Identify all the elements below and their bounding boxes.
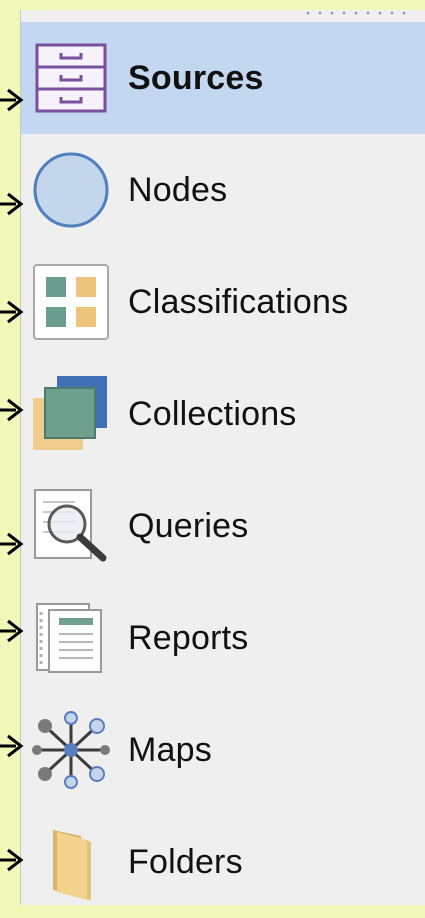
nav-label-reports: Reports (128, 618, 249, 657)
nav-item-reports[interactable]: Reports (21, 582, 425, 694)
nav-item-classifications[interactable]: Classifications (21, 246, 425, 358)
resize-grip[interactable] (302, 10, 412, 16)
arrow-right-icon (0, 848, 24, 872)
nav-label-collections: Collections (128, 394, 297, 433)
navigation-panel: Sources Nodes Classifications Collection… (20, 10, 425, 905)
nav-label-classifications: Classifications (128, 282, 349, 321)
nav-item-folders[interactable]: Folders (21, 806, 425, 918)
nav-item-sources[interactable]: Sources (21, 22, 425, 134)
arrow-right-icon (0, 398, 24, 422)
nav-label-maps: Maps (128, 730, 212, 769)
classification-grid-icon (30, 261, 112, 343)
nav-label-sources: Sources (128, 58, 264, 97)
arrow-right-icon (0, 88, 24, 112)
report-document-icon (30, 597, 112, 679)
folder-icon (30, 821, 112, 903)
nav-item-collections[interactable]: Collections (21, 358, 425, 470)
nav-item-queries[interactable]: Queries (21, 470, 425, 582)
nav-label-queries: Queries (128, 506, 249, 545)
nav-label-nodes: Nodes (128, 170, 228, 209)
network-map-icon (30, 709, 112, 791)
arrow-right-icon (0, 734, 24, 758)
file-cabinet-icon (30, 37, 112, 119)
query-magnifier-icon (30, 485, 112, 567)
nav-label-folders: Folders (128, 842, 243, 881)
arrow-right-icon (0, 192, 24, 216)
circle-node-icon (30, 149, 112, 231)
collection-squares-icon (30, 373, 112, 455)
nav-item-nodes[interactable]: Nodes (21, 134, 425, 246)
nav-item-maps[interactable]: Maps (21, 694, 425, 806)
arrow-right-icon (0, 532, 24, 556)
arrow-right-icon (0, 300, 24, 324)
arrow-right-icon (0, 619, 24, 643)
